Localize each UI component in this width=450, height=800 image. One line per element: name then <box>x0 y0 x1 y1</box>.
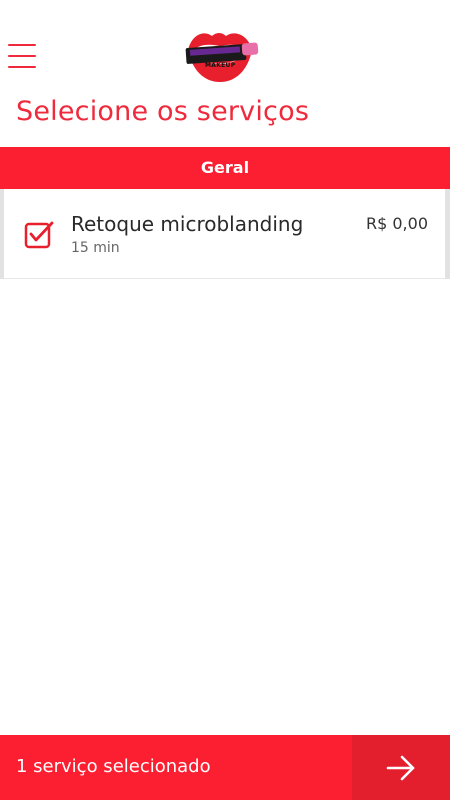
menu-line <box>8 66 36 68</box>
card-edge-right <box>445 189 450 279</box>
menu-line <box>8 44 36 46</box>
service-duration: 15 min <box>71 240 120 256</box>
hamburger-menu-icon[interactable] <box>8 42 38 70</box>
menu-line <box>8 55 36 57</box>
section-header-geral: Geral <box>0 147 450 189</box>
page-title: Selecione os serviços <box>16 96 310 127</box>
selected-count-label: 1 serviço selecionado <box>16 756 211 777</box>
service-price: R$ 0,00 <box>365 214 428 233</box>
checkbox-checked-icon[interactable] <box>24 219 54 249</box>
arrow-right-icon <box>386 755 415 781</box>
service-name: Retoque microblanding <box>71 212 304 236</box>
selection-footer: 1 serviço selecionado <box>0 735 450 800</box>
brand-logo <box>185 33 259 82</box>
next-button[interactable] <box>352 735 450 800</box>
service-item[interactable]: Retoque microblanding 15 min R$ 0,00 <box>4 189 445 279</box>
logo-text: MAKEUP <box>205 62 236 69</box>
app-header: MAKEUP <box>0 0 450 100</box>
